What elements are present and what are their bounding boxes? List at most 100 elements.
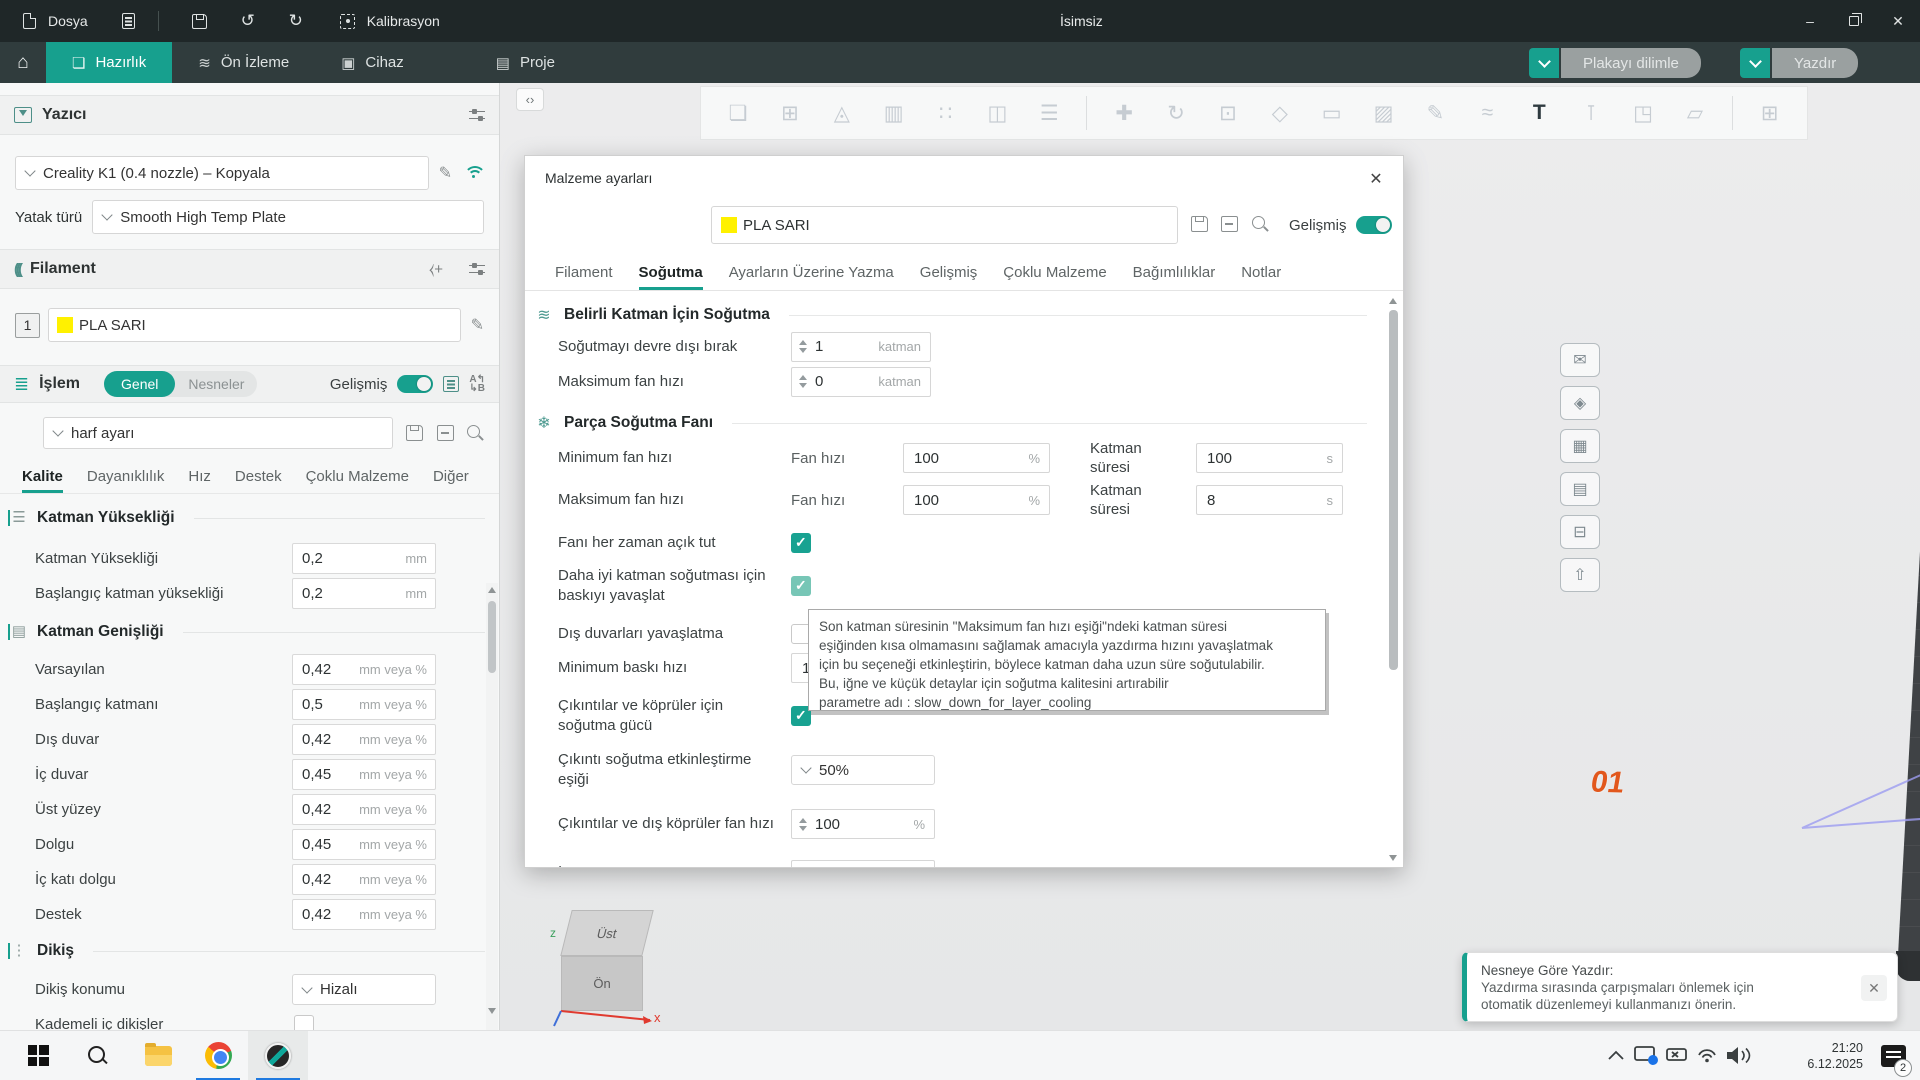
material-search-icon[interactable] <box>1251 215 1269 233</box>
filament-edit-icon[interactable]: ✎ <box>471 315 484 335</box>
compare-ab-icon[interactable]: A↰↳B <box>469 375 485 393</box>
preset-save-icon[interactable] <box>406 425 423 441</box>
close-button[interactable]: ✕ <box>1876 0 1920 42</box>
viewport-tool-icon[interactable]: ⊡ <box>1213 96 1243 130</box>
viewport-tool-icon[interactable]: ≈ <box>1472 96 1502 130</box>
setting-input[interactable]: 0,42 mm veya % <box>292 864 436 895</box>
nav-tab[interactable]: ❏ Hazırlık <box>46 42 172 83</box>
setting-input[interactable]: 0,2 mm <box>292 578 436 609</box>
seam-position-select[interactable]: Hizalı <box>292 974 436 1005</box>
setting-spinner[interactable]: 1 katman <box>791 332 931 362</box>
viewport-side-tool-button[interactable]: ⊟ <box>1560 515 1600 549</box>
file-explorer-button[interactable] <box>128 1031 188 1080</box>
overhang-fan-input[interactable]: 100 % <box>791 809 935 839</box>
viewport-tool-icon[interactable]: ◬ <box>827 96 857 130</box>
material-remove-icon[interactable] <box>1221 216 1238 232</box>
parameter-list-icon[interactable] <box>443 376 459 392</box>
setting-input[interactable]: 0,45 mm veya % <box>292 829 436 860</box>
tray-clock[interactable]: 21:20 6.12.2025 <box>1779 1040 1863 1072</box>
undo-button[interactable]: ↺ <box>237 10 259 32</box>
preset-remove-icon[interactable] <box>437 425 454 441</box>
scroll-up-icon[interactable] <box>1389 298 1397 304</box>
process-scope-toggle[interactable]: Genel Nesneler <box>104 371 257 397</box>
dialog-close-button[interactable]: ✕ <box>1363 166 1389 192</box>
filament-slot-number[interactable]: 1 <box>15 313 40 338</box>
print-button[interactable]: Yazdır <box>1772 48 1858 78</box>
spinner-arrows-icon[interactable] <box>799 818 807 831</box>
scope-general[interactable]: Genel <box>104 371 175 397</box>
process-tab[interactable]: Kalite <box>22 468 63 493</box>
viewport-tool-icon[interactable]: ☰ <box>1034 96 1064 130</box>
printer-select[interactable]: Creality K1 (0.4 nozzle) – Kopyala <box>15 156 429 190</box>
document-menu-icon[interactable] <box>118 10 140 32</box>
spinner-arrows-icon[interactable] <box>799 375 807 388</box>
viewport-tool-icon[interactable]: ✚ <box>1109 96 1139 130</box>
chrome-button[interactable] <box>188 1031 248 1080</box>
file-menu[interactable]: Dosya <box>18 10 88 32</box>
staggered-seams-checkbox[interactable] <box>294 1015 314 1031</box>
viewport-tool-icon[interactable]: ◫ <box>982 96 1012 130</box>
viewport-side-tool-button[interactable]: ▤ <box>1560 472 1600 506</box>
viewport-tool-icon[interactable]: ∷ <box>931 96 961 130</box>
toast-close-button[interactable]: ✕ <box>1861 975 1887 1001</box>
scope-objects[interactable]: Nesneler <box>175 376 257 392</box>
spinner-arrows-icon[interactable] <box>799 340 807 353</box>
slice-plate-button[interactable]: Plakayı dilimle <box>1561 48 1701 78</box>
setting-input[interactable]: 0,2 mm <box>292 543 436 574</box>
printer-edit-icon[interactable]: ✎ <box>439 163 452 183</box>
setting-input[interactable]: 0,42 mm veya % <box>292 654 436 685</box>
tray-icons[interactable] <box>1605 1039 1765 1073</box>
viewport-tool-icon[interactable]: T <box>1524 96 1554 130</box>
viewport-tool-icon[interactable]: ▱ <box>1680 96 1710 130</box>
preset-select[interactable]: harf ayarı <box>43 417 393 449</box>
scrollbar-thumb[interactable] <box>488 601 496 673</box>
minimize-button[interactable]: – <box>1788 0 1832 42</box>
process-tab[interactable]: Dayanıklılık <box>87 468 165 493</box>
dialog-scrollbar[interactable] <box>1387 296 1400 863</box>
setting-input[interactable]: 0,45 mm veya % <box>292 759 436 790</box>
fan-speed-input[interactable]: 100 % <box>903 485 1050 515</box>
filament-settings-icon[interactable] <box>469 263 485 276</box>
redo-button[interactable]: ↻ <box>285 10 307 32</box>
setting-input[interactable]: 0,5 mm veya % <box>292 689 436 720</box>
clipped-row-input[interactable]: 1 % <box>791 860 935 867</box>
build-plate[interactable] <box>1898 413 1920 955</box>
setting-input[interactable]: 0,42 mm veya % <box>292 899 436 930</box>
process-tab[interactable]: Hız <box>188 468 211 493</box>
creality-print-button[interactable] <box>248 1031 308 1080</box>
dialog-tab[interactable]: Soğutma <box>639 264 703 290</box>
start-button[interactable] <box>8 1031 68 1080</box>
dialog-tab[interactable]: Bağımlılıklar <box>1133 264 1216 290</box>
bed-type-select[interactable]: Smooth High Temp Plate <box>92 200 484 234</box>
dialog-tab[interactable]: Filament <box>555 264 613 290</box>
calibration-menu[interactable]: Kalibrasyon <box>337 10 440 32</box>
viewport-tool-icon[interactable]: ⊞ <box>1755 96 1785 130</box>
layer-time-input[interactable]: 8 s <box>1196 485 1343 515</box>
process-tab[interactable]: Destek <box>235 468 282 493</box>
setting-spinner[interactable]: 0 katman <box>791 367 931 397</box>
material-name-field[interactable]: PLA SARI <box>711 206 1178 244</box>
dialog-tab[interactable]: Çoklu Malzeme <box>1003 264 1106 290</box>
fan-speed-input[interactable]: 100 % <box>903 443 1050 473</box>
sidebar-scrollbar[interactable] <box>486 583 498 1030</box>
viewport-tool-icon[interactable]: ◇ <box>1265 96 1295 130</box>
fan-always-on-checkbox[interactable] <box>791 533 811 553</box>
setting-input[interactable]: 0,42 mm veya % <box>292 794 436 825</box>
printer-settings-icon[interactable] <box>469 109 485 122</box>
setting-input[interactable]: 0,42 mm veya % <box>292 724 436 755</box>
nav-tab[interactable]: ▤ Proje <box>470 42 581 83</box>
viewport-tool-icon[interactable]: ⊞ <box>775 96 805 130</box>
viewport-tool-icon[interactable] <box>1086 96 1087 130</box>
dialog-advanced-toggle[interactable] <box>1356 216 1392 234</box>
filament-select[interactable]: PLA SARI <box>48 308 461 342</box>
viewport-side-tool-button[interactable]: ◈ <box>1560 386 1600 420</box>
dialog-tab[interactable]: Ayarların Üzerine Yazma <box>729 264 894 290</box>
process-tab[interactable]: Diğer <box>433 468 469 493</box>
process-tab[interactable]: Çoklu Malzeme <box>306 468 409 493</box>
viewport-tool-icon[interactable]: ↻ <box>1161 96 1191 130</box>
layer-time-input[interactable]: 100 s <box>1196 443 1343 473</box>
advanced-toggle[interactable] <box>397 375 433 393</box>
viewport-tool-icon[interactable]: ⊺ <box>1576 96 1606 130</box>
nav-tab[interactable]: ≋ Ön İzleme <box>172 42 315 83</box>
dialog-tab[interactable]: Notlar <box>1241 264 1281 290</box>
